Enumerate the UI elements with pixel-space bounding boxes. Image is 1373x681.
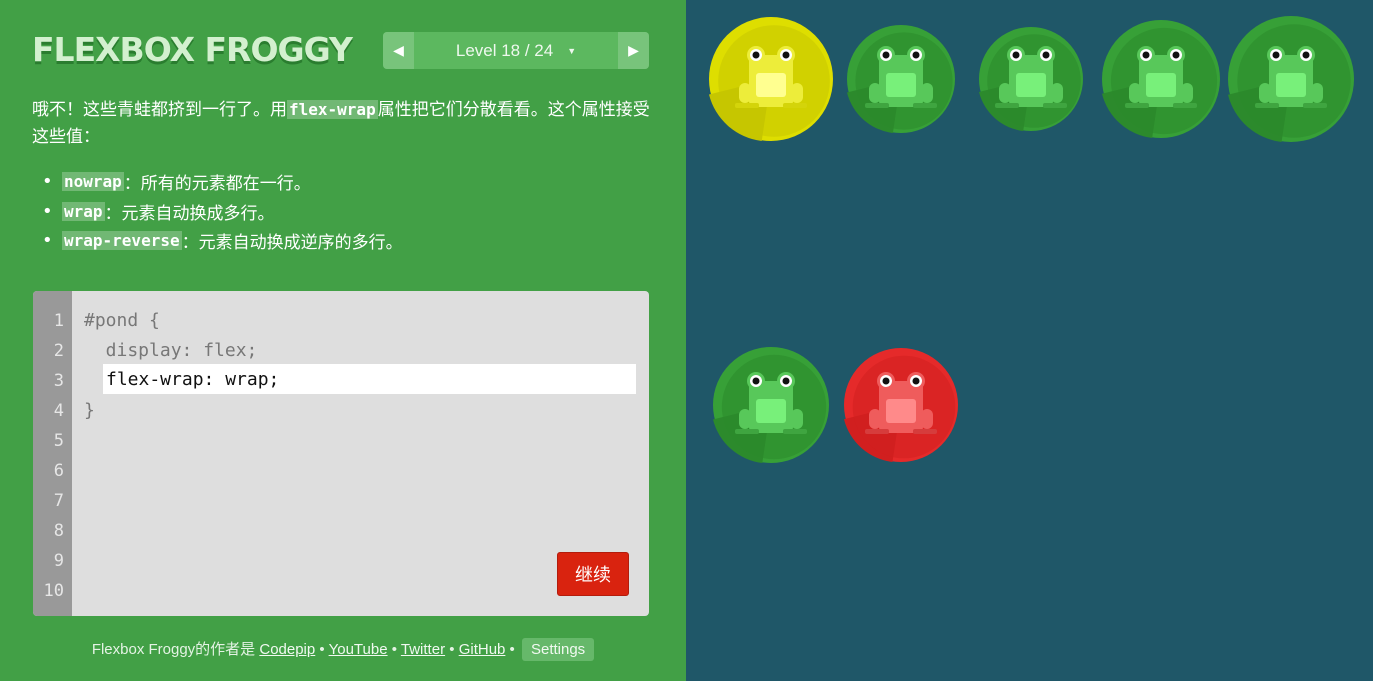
frog-green (995, 46, 1067, 108)
value-code: nowrap (62, 172, 124, 192)
youtube-link[interactable]: YouTube (329, 641, 388, 658)
settings-button[interactable]: Settings (521, 638, 595, 661)
separator: • (509, 641, 515, 658)
line-number-gutter: 1 2 3 4 5 6 7 8 9 10 (33, 291, 72, 616)
code-line: display: flex; (84, 340, 258, 361)
frog-yellow (735, 46, 807, 108)
line-number: 6 (53, 461, 64, 481)
code-line: #pond { (84, 310, 160, 331)
triangle-right-icon: ▶ (628, 42, 639, 59)
line-number: 1 (53, 311, 64, 331)
frog-red (865, 372, 937, 434)
line-number: 4 (53, 401, 64, 421)
next-level-button[interactable]: ▶ (618, 32, 649, 69)
frog-green (865, 46, 937, 108)
level-indicator[interactable]: Level 18 / 24 ▼ (414, 32, 618, 69)
line-number: 3 (53, 371, 64, 391)
instructions-intro-before: 哦不！这些青蛙都挤到一行了。用 (32, 100, 287, 120)
value-description: ：元素自动换成多行。 (104, 203, 275, 224)
level-nav: ◀ Level 18 / 24 ▼ ▶ (383, 32, 649, 69)
value-description: ：元素自动换成逆序的多行。 (181, 233, 403, 254)
triangle-left-icon: ◀ (393, 42, 404, 59)
separator: • (319, 641, 325, 658)
line-number: 10 (43, 581, 64, 601)
frog-green (1255, 46, 1327, 108)
credits-footer: Flexbox Froggy的作者是 Codepip • YouTube • T… (0, 638, 686, 661)
values-list: nowrap：所有的元素都在一行。 wrap：元素自动换成多行。 wrap-re… (62, 167, 403, 256)
list-item: wrap：元素自动换成多行。 (62, 197, 403, 227)
caret-down-icon: ▼ (567, 45, 577, 56)
app-logo: FLEXBOX FROGGY (32, 30, 353, 69)
css-code-input[interactable] (103, 364, 636, 394)
separator: • (391, 641, 397, 658)
line-number: 8 (53, 521, 64, 541)
line-number: 5 (53, 431, 64, 451)
value-description: ：所有的元素都在一行。 (123, 174, 311, 195)
twitter-link[interactable]: Twitter (401, 641, 445, 658)
line-number: 2 (53, 341, 64, 361)
instructions: 哦不！这些青蛙都挤到一行了。用 flex-wrap 属性把它们分散看看。这个属性接受… (32, 96, 652, 151)
frog-green (735, 372, 807, 434)
level-label: Level 18 / 24 (455, 40, 554, 60)
list-item: nowrap：所有的元素都在一行。 (62, 167, 403, 197)
list-item: wrap-reverse：元素自动换成逆序的多行。 (62, 226, 403, 256)
line-number: 9 (53, 551, 64, 571)
line-number: 7 (53, 491, 64, 511)
prev-level-button[interactable]: ◀ (383, 32, 414, 69)
sidebar: FLEXBOX FROGGY ◀ Level 18 / 24 ▼ ▶ 哦不！这些… (0, 0, 686, 681)
value-code: wrap-reverse (62, 231, 182, 251)
frog-green (1125, 46, 1197, 108)
value-code: wrap (62, 201, 105, 221)
github-link[interactable]: GitHub (459, 641, 506, 658)
credits-prefix: Flexbox Froggy的作者是 (91, 641, 256, 658)
next-button[interactable]: 继续 (557, 552, 629, 596)
code-line: } (84, 400, 95, 421)
codepip-link[interactable]: Codepip (259, 641, 315, 658)
code-flex-wrap: flex-wrap (287, 100, 378, 119)
separator: • (449, 641, 455, 658)
